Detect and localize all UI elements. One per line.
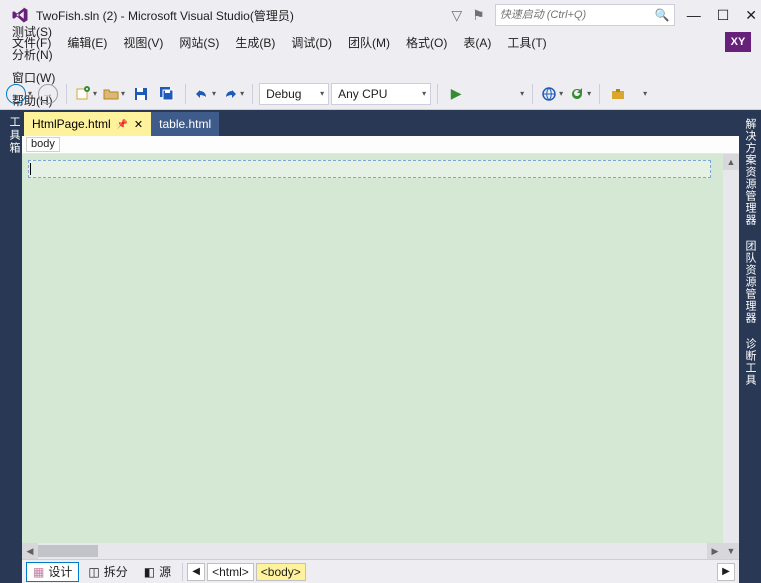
- document-tab[interactable]: HtmlPage.html 📌 ✕: [24, 112, 151, 136]
- menu-item[interactable]: 表(A): [455, 31, 499, 54]
- close-button[interactable]: ✕: [745, 8, 757, 22]
- platform-value: Any CPU: [338, 87, 387, 101]
- menu-item[interactable]: 视图(V): [115, 31, 171, 54]
- document-tab[interactable]: table.html: [151, 112, 219, 136]
- refresh-button[interactable]: ▾: [567, 82, 593, 106]
- breadcrumb-body[interactable]: body: [26, 137, 60, 152]
- document-tab-label: HtmlPage.html: [32, 117, 111, 131]
- workspace: 工具箱 HtmlPage.html 📌 ✕ table.html body ◀ ▶ ▲: [0, 110, 761, 583]
- save-all-button[interactable]: [155, 82, 179, 106]
- undo-button[interactable]: ▾: [192, 82, 218, 106]
- minimize-button[interactable]: —: [687, 8, 701, 22]
- redo-button[interactable]: ▾: [220, 82, 246, 106]
- menu-bar: 文件(F)编辑(E)视图(V)网站(S)生成(B)调试(D)团队(M)格式(O)…: [0, 30, 761, 54]
- main-toolbar: ←▾ → ▾ ▾ ▾ ▾ Debug▾ Any CPU▾ ▶ ▾ ▾ ▾ ▾: [0, 78, 761, 110]
- scroll-left-icon[interactable]: ◀: [22, 543, 38, 559]
- notifications-icon[interactable]: ▽: [451, 7, 462, 24]
- scroll-up-icon[interactable]: ▲: [723, 154, 739, 170]
- menu-item[interactable]: 分析(N): [4, 43, 63, 66]
- view-split-button[interactable]: ◫拆分: [81, 562, 134, 582]
- view-source-label: 源: [159, 563, 171, 580]
- menu-item[interactable]: 格式(O): [398, 31, 455, 54]
- nav-back-button[interactable]: ←▾: [4, 82, 34, 106]
- horizontal-scrollbar[interactable]: ◀ ▶: [22, 543, 723, 559]
- scroll-right-icon[interactable]: ▶: [707, 543, 723, 559]
- platform-combo[interactable]: Any CPU▾: [331, 83, 431, 105]
- quick-launch[interactable]: 🔍: [495, 4, 675, 26]
- tag-body-button[interactable]: <body>: [256, 563, 306, 581]
- close-icon[interactable]: ✕: [134, 118, 143, 131]
- feedback-icon[interactable]: ⚑: [472, 7, 485, 24]
- window-title: TwoFish.sln (2) - Microsoft Visual Studi…: [36, 7, 294, 24]
- config-value: Debug: [266, 87, 301, 101]
- menu-item[interactable]: 团队(M): [340, 31, 398, 54]
- right-rail-tab[interactable]: 诊断工具: [742, 334, 758, 390]
- toolbar-overflow[interactable]: ▾: [632, 82, 656, 106]
- menu-item[interactable]: 工具(T): [499, 31, 554, 54]
- editor-area: HtmlPage.html 📌 ✕ table.html body ◀ ▶ ▲ ▼: [22, 110, 739, 583]
- config-combo[interactable]: Debug▾: [259, 83, 329, 105]
- new-project-button[interactable]: ▾: [73, 82, 99, 106]
- design-surface[interactable]: [22, 154, 723, 543]
- menu-item[interactable]: 生成(B): [227, 31, 283, 54]
- right-rail-tab[interactable]: 团队资源管理器: [742, 236, 758, 328]
- user-badge[interactable]: XY: [725, 32, 751, 52]
- view-design-label: 设计: [48, 563, 72, 580]
- nav-forward-button[interactable]: →: [36, 82, 60, 106]
- open-file-button[interactable]: ▾: [101, 82, 127, 106]
- browser-link-button[interactable]: ▾: [539, 82, 565, 106]
- tag-nav-next[interactable]: ▶: [717, 563, 735, 581]
- tag-html-button[interactable]: <html>: [207, 563, 254, 581]
- search-icon[interactable]: 🔍: [651, 8, 670, 22]
- save-button[interactable]: [129, 82, 153, 106]
- view-source-button[interactable]: ◧源: [137, 562, 178, 582]
- text-caret: [30, 163, 31, 175]
- menu-item[interactable]: 调试(D): [283, 31, 340, 54]
- pin-icon[interactable]: 📌: [117, 119, 128, 130]
- tag-nav-prev[interactable]: ◀: [187, 563, 205, 581]
- right-rail: 解决方案资源管理器团队资源管理器诊断工具: [739, 110, 761, 583]
- vertical-scrollbar[interactable]: ▲ ▼: [723, 154, 739, 559]
- document-tabs: HtmlPage.html 📌 ✕ table.html: [22, 110, 739, 136]
- hscroll-thumb[interactable]: [38, 545, 98, 557]
- breadcrumb: body: [22, 136, 739, 154]
- scroll-down-icon[interactable]: ▼: [723, 543, 739, 559]
- document-tab-label: table.html: [159, 117, 211, 131]
- menu-item[interactable]: 网站(S): [171, 31, 227, 54]
- view-mode-bar: ▦设计 ◫拆分 ◧源 ◀ <html> <body> ▶: [22, 559, 739, 583]
- browser-target-button[interactable]: ▾: [470, 82, 526, 106]
- start-debug-button[interactable]: ▶: [444, 82, 468, 106]
- view-design-button[interactable]: ▦设计: [26, 562, 79, 582]
- right-rail-tab[interactable]: 解决方案资源管理器: [742, 114, 758, 230]
- menu-item[interactable]: 编辑(E): [59, 31, 115, 54]
- left-rail-toolbox[interactable]: 工具箱: [0, 110, 22, 583]
- body-element-outline[interactable]: [28, 160, 711, 178]
- toolbox-button[interactable]: [606, 82, 630, 106]
- menu-bar-row2: 测试(S)分析(N)窗口(W)帮助(H): [0, 54, 761, 78]
- maximize-button[interactable]: ☐: [717, 8, 730, 22]
- title-bar: TwoFish.sln (2) - Microsoft Visual Studi…: [0, 0, 761, 30]
- view-split-label: 拆分: [104, 563, 128, 580]
- quick-launch-input[interactable]: [500, 9, 651, 21]
- menu-item[interactable]: 测试(S): [4, 20, 63, 43]
